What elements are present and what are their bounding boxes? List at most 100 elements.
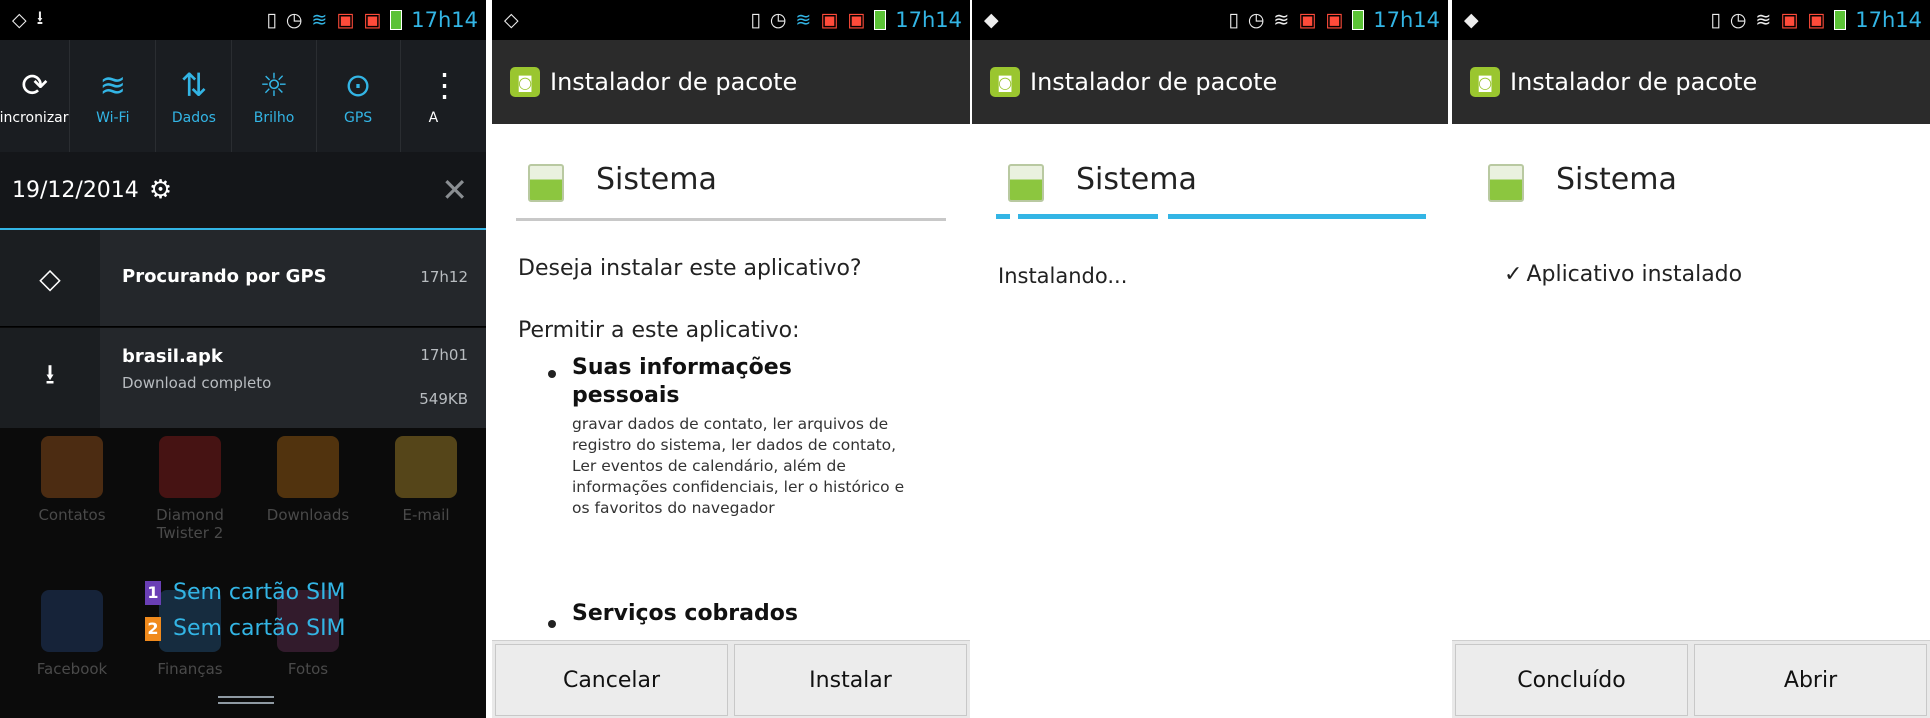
open-button[interactable]: Abrir [1694, 644, 1927, 716]
qs-brightness-label: Brilho [253, 110, 295, 126]
alarm-icon: ◷ [1247, 9, 1265, 31]
permissions-intro: Permitir a este aplicativo: [518, 318, 800, 343]
battery-icon [1352, 10, 1365, 30]
notification-size: 549KB [419, 390, 468, 408]
facebook-icon [41, 590, 103, 652]
sim-status-text: Sem cartão SIM [173, 580, 346, 605]
qs-wifi-label: Wi-Fi [96, 110, 130, 126]
sim-slot-1-badge: 1 [145, 580, 161, 605]
app-bar: ◙ Instalador de pacote [972, 40, 1448, 124]
app-label: Contatos [38, 506, 106, 524]
clock: 17h14 [411, 8, 478, 32]
no-sim-2-icon: ▣ [1325, 9, 1344, 31]
clock: 17h14 [895, 8, 962, 32]
app-diamond-twister: Diamond Twister 2 [140, 436, 240, 542]
close-icon[interactable]: ✕ [441, 171, 468, 209]
no-sim-icon: ▣ [1298, 9, 1317, 31]
permission-title: Serviços cobrados [572, 601, 798, 626]
quick-settings: ⟳ Sincronizar ≋ Wi-Fi ⇅ Dados ☼ Brilho ⊙… [0, 40, 486, 153]
installer-progress-screen: ◆ ▯ ◷ ≋ ▣ ▣ 17h14 ◙ Instalador de pacote… [972, 0, 1448, 718]
android-icon: ◙ [990, 67, 1020, 97]
app-bar-title: Instalador de pacote [1510, 68, 1758, 96]
clock: 17h14 [1373, 8, 1440, 32]
app-name: Sistema [596, 162, 717, 197]
qs-gps-label: GPS [343, 110, 373, 126]
data-icon: ⇅ [180, 66, 208, 104]
wifi-status-icon: ≋ [1273, 9, 1290, 31]
progress-indicator [1168, 214, 1426, 219]
gps-icon: ◇ [0, 230, 100, 326]
install-question: Deseja instalar este aplicativo? [518, 256, 862, 281]
vibrate-icon: ▯ [750, 9, 761, 31]
status-bar: ◆ ▯ ◷ ≋ ▣ ▣ 17h14 [1452, 0, 1930, 40]
app-name: Sistema [1556, 162, 1677, 197]
qs-more[interactable]: ⋮ A [401, 40, 486, 152]
app-name: Sistema [1076, 162, 1197, 197]
done-button[interactable]: Concluído [1455, 644, 1688, 716]
gear-icon[interactable]: ⚙ [149, 175, 172, 205]
vibrate-icon: ▯ [1228, 9, 1239, 31]
drag-handle[interactable] [218, 692, 274, 708]
status-bar: ◆ ▯ ◷ ≋ ▣ ▣ 17h14 [972, 0, 1448, 40]
cancel-button[interactable]: Cancelar [495, 644, 728, 716]
battery-icon [1834, 10, 1847, 30]
vibrate-icon: ▯ [1710, 9, 1721, 31]
app-label: Diamond Twister 2 [156, 506, 224, 542]
app-contatos: Contatos [22, 436, 122, 524]
downloads-icon [277, 436, 339, 498]
alarm-icon: ◷ [769, 9, 787, 31]
battery-icon [390, 10, 403, 30]
diamond-icon [159, 436, 221, 498]
app-label: Finanças [157, 660, 223, 678]
app-label: Facebook [36, 660, 108, 678]
qs-gps[interactable]: ⊙ GPS [317, 40, 401, 152]
app-header: Sistema [972, 124, 1448, 224]
date-row: 19/12/2014 ⚙ ✕ [0, 152, 486, 230]
app-icon [1008, 164, 1044, 202]
progress-indicator [1018, 214, 1158, 219]
no-sim-2-icon: ▣ [847, 9, 866, 31]
sim-status-2: 2 Sem cartão SIM [145, 616, 346, 641]
status-bar: ◇ ⭳ ▯ ◷ ≋ ▣ ▣ 17h14 [0, 0, 486, 40]
alarm-icon: ◷ [1729, 9, 1747, 31]
app-bar-title: Instalador de pacote [550, 68, 798, 96]
app-bar: ◙ Instalador de pacote [1452, 40, 1930, 124]
qs-data-label: Dados [171, 110, 216, 126]
qs-brightness[interactable]: ☼ Brilho [232, 40, 317, 152]
app-downloads: Downloads [258, 436, 358, 524]
gps-status-icon: ◆ [984, 9, 999, 31]
qs-wifi[interactable]: ≋ Wi-Fi [70, 40, 157, 152]
wifi-status-icon: ≋ [311, 9, 328, 31]
installer-prompt-screen: ◇ ▯ ◷ ≋ ▣ ▣ 17h14 ◙ Instalador de pacote… [492, 0, 970, 718]
checkmark-icon: ✓ [1504, 262, 1523, 287]
app-bar-title: Instalador de pacote [1030, 68, 1278, 96]
battery-icon [874, 10, 887, 30]
wifi-status-icon: ≋ [1755, 9, 1772, 31]
permission-title: Suas informações pessoais [572, 355, 792, 408]
app-header: Sistema [1452, 124, 1930, 224]
alarm-icon: ◷ [285, 9, 303, 31]
qs-sync[interactable]: ⟳ Sincronizar [0, 40, 71, 152]
install-result-text: Aplicativo instalado [1526, 262, 1743, 287]
gps-status-icon: ◇ [12, 9, 27, 31]
no-sim-icon: ▣ [820, 9, 839, 31]
qs-data[interactable]: ⇅ Dados [156, 40, 233, 152]
no-sim-2-icon: ▣ [1807, 9, 1826, 31]
sim-status-1: 1 Sem cartão SIM [145, 580, 346, 605]
install-status: Instalando... [998, 264, 1128, 288]
download-status-icon: ⭳ [36, 7, 44, 29]
app-icon [528, 164, 564, 202]
installer-done-screen: ◆ ▯ ◷ ≋ ▣ ▣ 17h14 ◙ Instalador de pacote… [1452, 0, 1930, 718]
app-facebook: Facebook [22, 590, 122, 678]
notification-download[interactable]: ⭳ brasil.apk Download completo 17h01 549… [0, 328, 486, 429]
bullet [548, 620, 556, 628]
qs-sync-label: Sincronizar [0, 110, 69, 126]
no-sim-icon: ▣ [1780, 9, 1799, 31]
gps-icon: ⊙ [344, 66, 372, 104]
install-button[interactable]: Instalar [734, 644, 967, 716]
app-label: Fotos [287, 660, 329, 678]
notification-gps[interactable]: ◇ Procurando por GPS 17h12 [0, 230, 486, 327]
app-label: E-mail [402, 506, 450, 524]
date-label: 19/12/2014 [12, 177, 139, 203]
app-header: Sistema [492, 124, 970, 224]
